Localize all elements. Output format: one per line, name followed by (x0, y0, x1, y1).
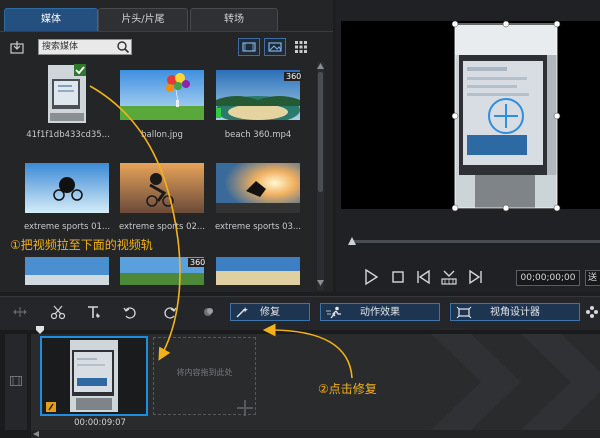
playhead-marker-icon[interactable] (36, 326, 44, 334)
fix-enhance-button[interactable]: 修复 (230, 303, 310, 321)
preview-seek-bar[interactable] (350, 240, 600, 243)
next-frame-icon[interactable] (467, 268, 485, 286)
output-button-partial[interactable]: 送 (585, 270, 600, 286)
film-icon (242, 42, 256, 52)
checkmark-icon (74, 64, 86, 76)
extreme-sports-02-image (120, 163, 204, 213)
mask-icon[interactable] (200, 304, 216, 320)
extreme-sports-03-image (216, 163, 300, 213)
badge-360: 360 (284, 72, 304, 81)
media-thumb-2[interactable] (120, 70, 204, 120)
stop-icon[interactable] (389, 268, 407, 286)
media-thumb-5[interactable] (120, 163, 204, 213)
previous-frame-icon[interactable] (414, 268, 432, 286)
annotation-step-1: ①把视频拉至下面的视频轨 (10, 238, 153, 252)
annotation-step-2: ②点击修复 (318, 382, 377, 396)
motion-effect-label: 动作效果 (360, 307, 400, 318)
snapshot-icon[interactable] (440, 268, 458, 286)
tab-media[interactable]: 媒体 (4, 8, 98, 31)
media-label-3: beach 360.mp4 (224, 130, 292, 140)
search-icon[interactable] (116, 40, 130, 54)
scissors-icon[interactable] (50, 304, 66, 320)
timeline-fit-icon[interactable] (12, 304, 28, 320)
media-label-6: extreme sports 03... (214, 222, 302, 232)
media-thumb-4[interactable] (25, 163, 109, 213)
balloon-image (120, 70, 204, 120)
timeline-horizontal-scrollbar[interactable] (31, 430, 600, 438)
media-label-1: 41f1f1db433cd35... (26, 130, 110, 140)
tab-intro-outro[interactable]: 片头/片尾 (98, 8, 188, 31)
play-icon[interactable] (362, 268, 380, 286)
clip-fix-badge-icon (46, 402, 56, 412)
seek-handle[interactable] (347, 236, 357, 246)
media-thumb-7[interactable] (25, 257, 109, 285)
title-text-icon[interactable] (86, 304, 102, 320)
tab-transitions-label: 转场 (224, 14, 244, 25)
timecode-display[interactable]: 00;00;00;00 (516, 270, 580, 286)
motion-effect-button[interactable]: 动作效果 (320, 303, 440, 321)
add-plus-icon[interactable] (234, 398, 256, 418)
drop-zone-text: 将内容拖到此处 (176, 368, 233, 377)
media-thumb-9-image (216, 257, 300, 285)
fix-enhance-label: 修复 (260, 307, 280, 318)
scroll-down-icon[interactable] (317, 280, 324, 286)
more-tools-icon[interactable] (584, 304, 600, 320)
media-thumb-6[interactable] (216, 163, 300, 213)
tab-transitions[interactable]: 转场 (190, 8, 278, 31)
undo-rotate-icon[interactable] (122, 304, 138, 320)
move-crosshair-icon[interactable] (486, 96, 526, 136)
media-label-2: ballon.jpg (141, 130, 183, 140)
grid-view-icon[interactable] (295, 41, 307, 53)
media-scrollbar-thumb[interactable] (318, 72, 323, 192)
timeline-scroll-left-icon[interactable] (33, 431, 39, 437)
tab-bar-divider (0, 31, 333, 32)
viewport-designer-label: 视角设计器 (490, 307, 540, 318)
clip-duration: 00:00:09:07 (74, 418, 126, 428)
scroll-up-icon[interactable] (317, 63, 324, 69)
badge-360-row3: 360 (188, 258, 208, 267)
search-placeholder: 搜索媒体 (42, 42, 79, 52)
viewport-designer-button[interactable]: 视角设计器 (450, 303, 580, 321)
media-thumb-7-image (25, 257, 109, 285)
redo-rotate-icon[interactable] (162, 304, 178, 320)
extreme-sports-01-image (25, 163, 109, 213)
video-track-icon (10, 376, 22, 386)
timeline-video-clip[interactable] (40, 336, 148, 416)
tab-media-label: 媒体 (41, 14, 61, 25)
media-label-4: extreme sports 01... (23, 222, 111, 232)
tab-intro-outro-label: 片头/片尾 (121, 14, 165, 25)
clip-thumbnail-image (42, 338, 146, 414)
view-video-filter-button[interactable] (238, 38, 260, 56)
video-track-header[interactable] (5, 334, 27, 430)
media-thumb-9[interactable] (216, 257, 300, 285)
track-decoration (431, 334, 600, 430)
view-image-filter-button[interactable] (264, 38, 286, 56)
import-media-icon[interactable] (10, 40, 24, 54)
image-icon (268, 42, 282, 52)
media-label-5: extreme sports 02... (118, 222, 206, 232)
